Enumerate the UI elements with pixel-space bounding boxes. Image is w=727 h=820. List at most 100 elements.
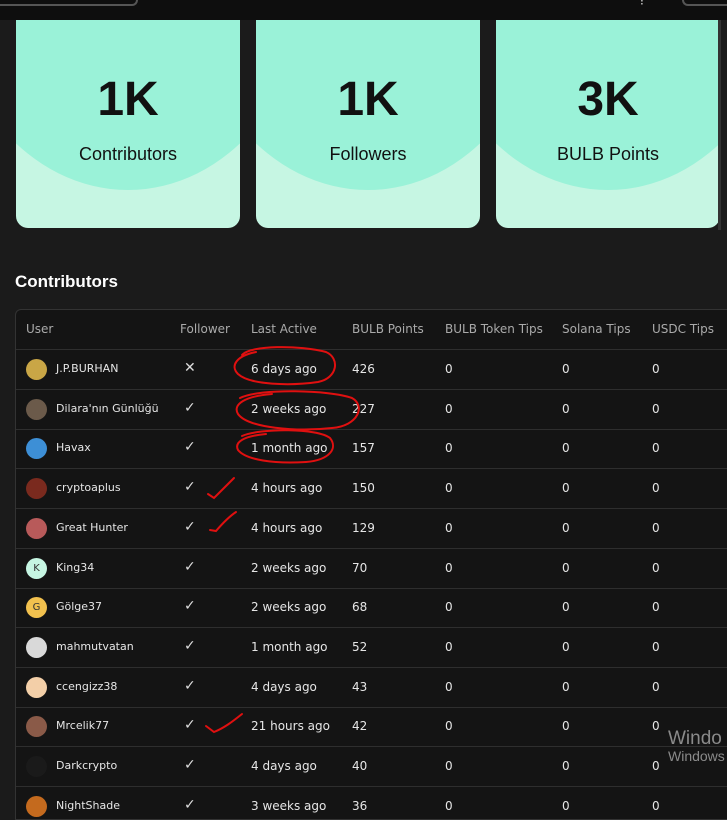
table-row[interactable]: J.P.BURHAN ✕ 6 days ago 426 0 0 0	[16, 350, 727, 390]
avatar[interactable]: G	[26, 597, 47, 619]
stat-label: Followers	[329, 144, 407, 164]
contributors-table: User Follower Last Active BULB Points BU…	[15, 309, 727, 820]
check-icon: ✓	[184, 518, 196, 535]
stat-value: 1K	[337, 73, 399, 126]
stat-value: 1K	[97, 73, 159, 126]
check-icon: ✓	[184, 637, 196, 654]
browser-top-bar: ⁝	[0, 0, 727, 20]
watermark-line-2: Windows	[668, 748, 725, 764]
solana-tips-value: 0	[562, 719, 570, 734]
check-icon: ✓	[184, 677, 196, 694]
bulb-points-value: 42	[352, 719, 368, 734]
avatar[interactable]	[26, 438, 47, 460]
check-icon: ✓	[184, 757, 196, 773]
solana-tips-value: 0	[562, 441, 570, 456]
last-active-text: 4 days ago	[251, 759, 317, 773]
last-active-text: 4 hours ago	[251, 481, 323, 496]
check-icon: ✓	[184, 558, 196, 575]
user-name-link[interactable]: ccengizz38	[56, 680, 117, 693]
header-solana-tips[interactable]: Solana Tips	[562, 322, 631, 336]
solana-tips-value: 0	[562, 560, 570, 575]
user-name-link[interactable]: King34	[56, 561, 94, 574]
tab-edge[interactable]	[0, 0, 138, 6]
table-row[interactable]: Havax ✓ 1 month ago 157 0 0 0	[16, 429, 727, 470]
table-row[interactable]: mahmutvatan ✓ 1 month ago 52 0 0 0	[16, 628, 727, 668]
last-active-text: 2 weeks ago	[251, 401, 327, 416]
avatar[interactable]	[26, 478, 47, 500]
bulb-token-tips-value: 0	[445, 362, 453, 376]
avatar[interactable]	[26, 359, 47, 380]
header-last-active[interactable]: Last Active	[251, 322, 317, 336]
user-name-link[interactable]: Great Hunter	[56, 521, 128, 534]
table-row[interactable]: Mrcelik77 ✓ 21 hours ago 42 0 0 0	[16, 707, 727, 748]
bulb-points-value: 227	[352, 401, 375, 416]
table-row[interactable]: ccengizz38 ✓ 4 days ago 43 0 0 0	[16, 668, 727, 708]
user-name-link[interactable]: NightShade	[56, 799, 120, 812]
header-usdc-tips[interactable]: USDC Tips	[652, 322, 714, 336]
check-icon: ✓	[184, 399, 196, 416]
last-active-text: 1 month ago	[251, 639, 328, 654]
table-row[interactable]: G Gölge37 ✓ 2 weeks ago 68 0 0 0	[16, 588, 727, 629]
user-name-link[interactable]: Dilara'nın Günlüğü	[56, 402, 159, 415]
bulb-token-tips-value: 0	[445, 520, 453, 535]
stat-label: Contributors	[78, 144, 178, 164]
usdc-tips-value: 0	[652, 362, 660, 376]
table-row[interactable]: Darkcrypto ✓ 4 days ago 40 0 0 0	[16, 747, 727, 787]
bulb-points-value: 36	[352, 798, 368, 813]
usdc-tips-value: 0	[652, 759, 660, 773]
avatar[interactable]	[26, 636, 47, 658]
bulb-points-value: 40	[352, 759, 368, 773]
user-name-link[interactable]: Gölge37	[56, 600, 102, 613]
usdc-tips-value: 0	[652, 798, 660, 813]
check-icon: ✓	[184, 479, 196, 496]
last-active-text: 6 days ago	[251, 362, 317, 376]
bulb-token-tips-value: 0	[445, 719, 453, 734]
last-active-text: 4 hours ago	[251, 520, 323, 535]
avatar[interactable]	[26, 676, 47, 698]
user-name-link[interactable]: mahmutvatan	[56, 640, 134, 653]
user-name-link[interactable]: cryptoaplus	[56, 481, 121, 494]
user-name-link[interactable]: Darkcrypto	[56, 759, 117, 772]
bulb-points-value: 426	[352, 362, 375, 376]
bulb-token-tips-value: 0	[445, 600, 453, 615]
bulb-token-tips-value: 0	[445, 679, 453, 694]
header-follower[interactable]: Follower	[180, 322, 230, 336]
avatar[interactable]	[26, 398, 47, 420]
header-user[interactable]: User	[26, 322, 53, 336]
user-name-link[interactable]: J.P.BURHAN	[56, 362, 118, 375]
window-control-edge[interactable]	[682, 0, 727, 6]
solana-tips-value: 0	[562, 639, 570, 654]
stat-value: 3K	[577, 73, 639, 126]
table-row[interactable]: Great Hunter ✓ 4 hours ago 129 0 0 0	[16, 509, 727, 549]
bulb-points-value: 150	[352, 481, 375, 496]
header-bulb-points[interactable]: BULB Points	[352, 322, 424, 336]
solana-tips-value: 0	[562, 401, 570, 416]
avatar[interactable]	[26, 716, 47, 738]
solana-tips-value: 0	[562, 798, 570, 813]
last-active-text: 2 weeks ago	[251, 560, 327, 575]
table-row[interactable]: K King34 ✓ 2 weeks ago 70 0 0 0	[16, 549, 727, 589]
check-icon: ✓	[184, 439, 196, 456]
scrollbar[interactable]	[718, 20, 721, 230]
table-row[interactable]: cryptoaplus ✓ 4 hours ago 150 0 0 0	[16, 469, 727, 510]
usdc-tips-value: 0	[652, 520, 660, 535]
avatar[interactable]	[26, 517, 47, 539]
bulb-token-tips-value: 0	[445, 441, 453, 456]
avatar[interactable]: K	[26, 557, 47, 579]
user-name-link[interactable]: Mrcelik77	[56, 719, 109, 732]
avatar[interactable]	[26, 795, 47, 817]
check-icon: ✓	[184, 598, 196, 615]
last-active-text: 3 weeks ago	[251, 798, 327, 813]
last-active-text: 21 hours ago	[251, 719, 330, 734]
table-header: User Follower Last Active BULB Points BU…	[16, 310, 727, 350]
avatar[interactable]	[26, 756, 47, 777]
bulb-token-tips-value: 0	[445, 481, 453, 496]
table-row[interactable]: NightShade ✓ 3 weeks ago 36 0 0 0	[16, 787, 727, 819]
table-row[interactable]: Dilara'nın Günlüğü ✓ 2 weeks ago 227 0 0 0	[16, 390, 727, 430]
user-name-link[interactable]: Havax	[56, 441, 91, 454]
header-bulb-token-tips[interactable]: BULB Token Tips	[445, 322, 543, 336]
solana-tips-value: 0	[562, 600, 570, 615]
menu-icon[interactable]: ⁝	[640, 0, 644, 8]
check-icon: ✓	[184, 717, 196, 734]
stat-card-bulb-points: 3K BULB Points	[496, 20, 720, 228]
